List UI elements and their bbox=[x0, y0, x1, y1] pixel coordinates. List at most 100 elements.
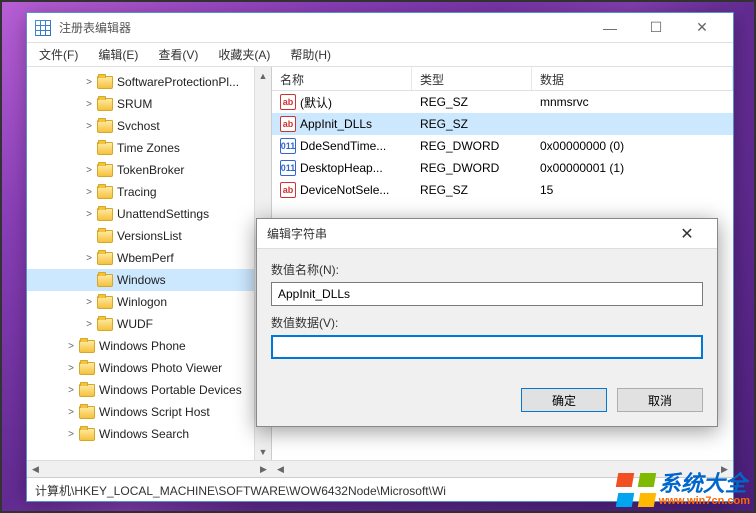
minimize-button[interactable]: — bbox=[587, 14, 633, 42]
menu-edit[interactable]: 编辑(E) bbox=[90, 44, 146, 65]
value-name-label: 数值名称(N): bbox=[271, 261, 703, 278]
window-title: 注册表编辑器 bbox=[59, 19, 587, 36]
dialog-buttons: 确定 取消 bbox=[257, 378, 717, 426]
value-data: mnmsrvc bbox=[532, 93, 733, 111]
menu-favorites[interactable]: 收藏夹(A) bbox=[210, 44, 278, 65]
expand-icon[interactable]: > bbox=[83, 208, 95, 220]
dialog-close-button[interactable]: ✕ bbox=[667, 224, 707, 244]
tree-label: SRUM bbox=[117, 97, 152, 111]
tree-item[interactable]: > Windows Phone bbox=[27, 335, 271, 357]
tree-item[interactable]: >WUDF bbox=[27, 313, 271, 335]
window-controls: — ☐ ✕ bbox=[587, 14, 725, 42]
list-row[interactable]: abDeviceNotSele...REG_SZ15 bbox=[272, 179, 733, 201]
list-row[interactable]: abAppInit_DLLsREG_SZ bbox=[272, 113, 733, 135]
expand-icon[interactable]: > bbox=[83, 252, 95, 264]
folder-icon bbox=[79, 428, 95, 441]
value-name: DeviceNotSele... bbox=[300, 183, 389, 197]
value-data bbox=[532, 122, 733, 126]
folder-icon bbox=[97, 142, 113, 155]
string-value-icon: ab bbox=[280, 94, 296, 110]
value-type: REG_DWORD bbox=[412, 137, 532, 155]
dword-value-icon: 011 bbox=[280, 138, 296, 154]
tree-item[interactable]: >Windows Search bbox=[27, 423, 271, 445]
dialog-body: 数值名称(N): 数值数据(V): bbox=[257, 249, 717, 378]
expand-icon[interactable]: > bbox=[83, 296, 95, 308]
expand-icon[interactable]: > bbox=[83, 98, 95, 110]
expand-icon[interactable]: > bbox=[83, 76, 95, 88]
tree-label: Windows bbox=[117, 273, 166, 287]
tree-item[interactable]: Time Zones bbox=[27, 137, 271, 159]
header-type[interactable]: 类型 bbox=[412, 67, 532, 90]
folder-icon bbox=[97, 186, 113, 199]
ok-button[interactable]: 确定 bbox=[521, 388, 607, 412]
value-type: REG_SZ bbox=[412, 93, 532, 111]
folder-icon bbox=[97, 120, 113, 133]
string-value-icon: ab bbox=[280, 182, 296, 198]
menu-help[interactable]: 帮助(H) bbox=[282, 44, 339, 65]
value-name: DdeSendTime... bbox=[300, 139, 386, 153]
tree-label: Windows Photo Viewer bbox=[99, 361, 222, 375]
tree-item[interactable]: > SRUM bbox=[27, 93, 271, 115]
header-name[interactable]: 名称 bbox=[272, 67, 412, 90]
tree-item[interactable]: >Windows Script Host bbox=[27, 401, 271, 423]
tree-item[interactable]: > SoftwareProtectionPl... bbox=[27, 71, 271, 93]
tree-label: Windows Portable Devices bbox=[99, 383, 242, 397]
expand-icon[interactable]: > bbox=[65, 362, 77, 374]
expand-icon[interactable]: > bbox=[65, 406, 77, 418]
expand-icon[interactable] bbox=[83, 274, 95, 286]
tree-item[interactable]: > TokenBroker bbox=[27, 159, 271, 181]
folder-icon bbox=[79, 340, 95, 353]
tree-item[interactable]: >WbemPerf bbox=[27, 247, 271, 269]
value-name-input[interactable] bbox=[271, 282, 703, 306]
dialog-titlebar[interactable]: 编辑字符串 ✕ bbox=[257, 219, 717, 249]
tree-label: TokenBroker bbox=[117, 163, 184, 177]
tree-item[interactable]: VersionsList bbox=[27, 225, 271, 247]
value-data: 15 bbox=[532, 181, 733, 199]
dword-value-icon: 011 bbox=[280, 160, 296, 176]
tree-item[interactable]: >Tracing bbox=[27, 181, 271, 203]
tree-item[interactable]: > Windows Portable Devices bbox=[27, 379, 271, 401]
tree-label: Winlogon bbox=[117, 295, 167, 309]
expand-icon[interactable]: > bbox=[83, 318, 95, 330]
close-button[interactable]: ✕ bbox=[679, 14, 725, 42]
folder-icon bbox=[97, 296, 113, 309]
expand-icon[interactable]: > bbox=[65, 340, 77, 352]
expand-icon[interactable]: > bbox=[65, 384, 77, 396]
expand-icon[interactable]: > bbox=[83, 120, 95, 132]
expand-icon[interactable]: > bbox=[83, 186, 95, 198]
tree-item[interactable]: >Svchost bbox=[27, 115, 271, 137]
maximize-button[interactable]: ☐ bbox=[633, 14, 679, 42]
expand-icon[interactable]: > bbox=[83, 164, 95, 176]
tree-label: VersionsList bbox=[117, 229, 182, 243]
list-row[interactable]: 011DesktopHeap...REG_DWORD0x00000001 (1) bbox=[272, 157, 733, 179]
value-data-label: 数值数据(V): bbox=[271, 314, 703, 331]
value-data-input[interactable] bbox=[271, 335, 703, 359]
tree-label: Windows Phone bbox=[99, 339, 186, 353]
expand-icon[interactable] bbox=[83, 142, 95, 154]
list-header: 名称 类型 数据 bbox=[272, 67, 733, 91]
folder-icon bbox=[97, 98, 113, 111]
folder-icon bbox=[79, 362, 95, 375]
tree-item[interactable]: > Winlogon bbox=[27, 291, 271, 313]
list-row[interactable]: 011DdeSendTime...REG_DWORD0x00000000 (0) bbox=[272, 135, 733, 157]
tree-item[interactable]: Windows bbox=[27, 269, 271, 291]
expand-icon[interactable] bbox=[83, 230, 95, 242]
header-data[interactable]: 数据 bbox=[532, 67, 733, 90]
value-type: REG_SZ bbox=[412, 115, 532, 133]
menu-file[interactable]: 文件(F) bbox=[31, 44, 86, 65]
folder-icon bbox=[97, 318, 113, 331]
titlebar[interactable]: 注册表编辑器 — ☐ ✕ bbox=[27, 13, 733, 43]
expand-icon[interactable]: > bbox=[65, 428, 77, 440]
list-hscroll[interactable]: ◀▶ bbox=[272, 460, 733, 477]
tree-item[interactable]: > Windows Photo Viewer bbox=[27, 357, 271, 379]
string-value-icon: ab bbox=[280, 116, 296, 132]
menu-view[interactable]: 查看(V) bbox=[150, 44, 206, 65]
tree-label: SoftwareProtectionPl... bbox=[117, 75, 239, 89]
cancel-button[interactable]: 取消 bbox=[617, 388, 703, 412]
list-row[interactable]: ab(默认) REG_SZmnmsrvc bbox=[272, 91, 733, 113]
tree-hscroll[interactable]: ◀▶ bbox=[27, 460, 272, 477]
tree-pane[interactable]: > SoftwareProtectionPl... > SRUM >SvchostTim… bbox=[27, 67, 272, 460]
value-name: (默认) bbox=[300, 94, 332, 111]
value-name: DesktopHeap... bbox=[300, 161, 383, 175]
tree-item[interactable]: >UnattendSettings bbox=[27, 203, 271, 225]
